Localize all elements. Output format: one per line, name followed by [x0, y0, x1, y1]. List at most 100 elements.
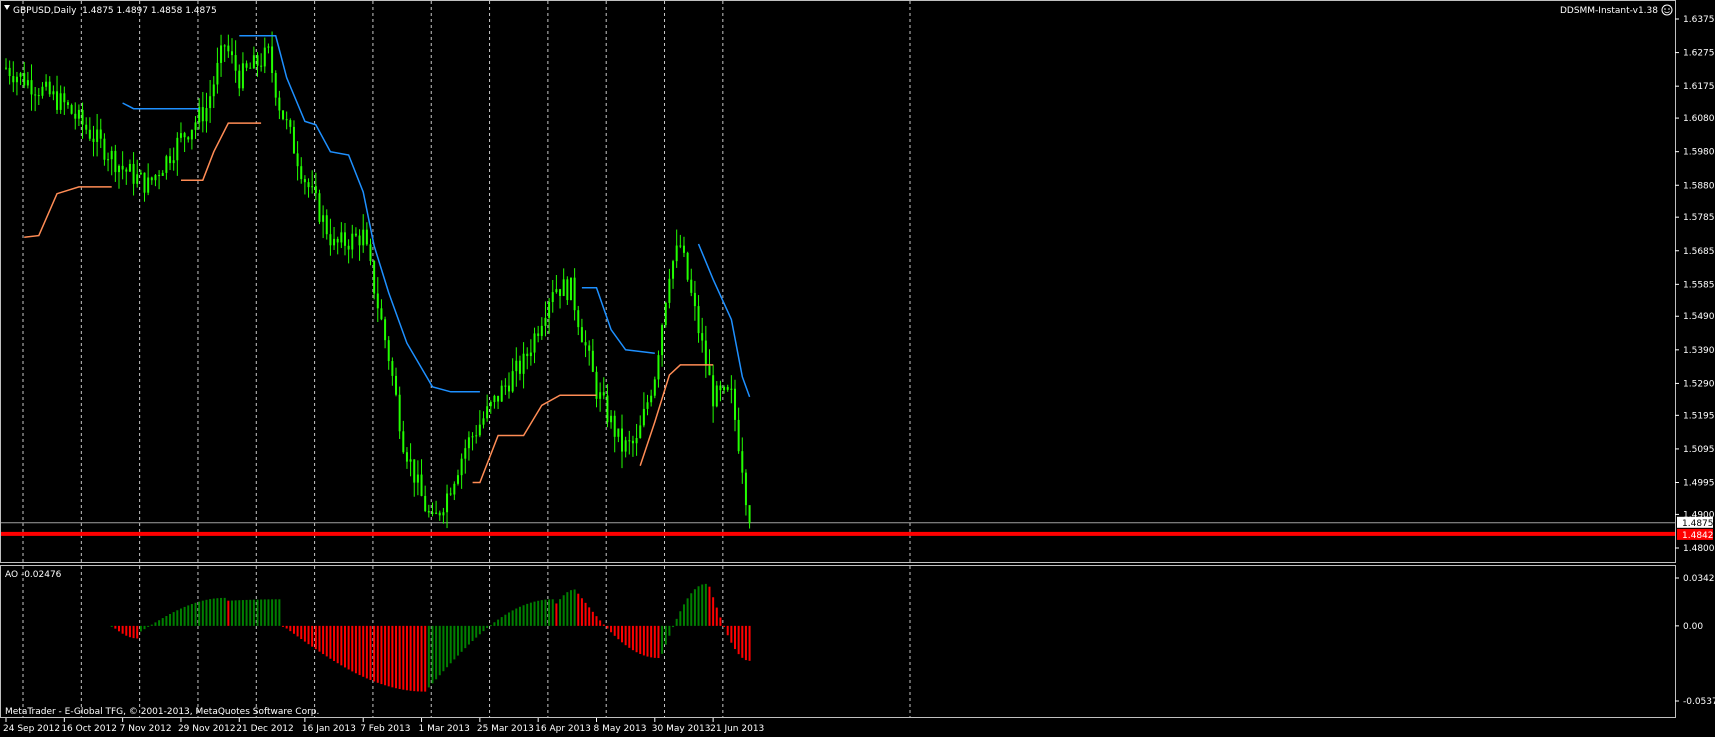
candle-body	[737, 419, 740, 452]
ao-bar	[697, 586, 700, 626]
candle-body	[63, 93, 66, 103]
ao-bar	[117, 625, 120, 632]
ao-bar	[201, 600, 204, 626]
ao-bar	[413, 625, 416, 692]
price-tick-label: 1.5490	[1683, 312, 1715, 322]
candle-body	[147, 177, 150, 193]
current-price-label: 1.4875	[1682, 519, 1714, 529]
candle-body	[693, 292, 696, 307]
ao-bar	[646, 625, 649, 657]
ao-bar	[322, 625, 325, 655]
ao-bar	[478, 625, 481, 635]
ao-bar	[424, 625, 427, 692]
time-tick-label: 25 Mar 2013	[477, 724, 534, 734]
ao-bar	[606, 625, 609, 629]
ao-bar	[376, 625, 379, 683]
candle-body	[230, 51, 233, 56]
ao-bar	[431, 625, 434, 684]
ao-bar	[365, 625, 368, 679]
ao-bar	[358, 625, 361, 676]
ao-bar	[668, 625, 671, 636]
mt4-chart-window[interactable]: GBPUSD,Daily 1.4875 1.4897 1.4858 1.4875…	[0, 0, 1715, 737]
candle-body	[183, 133, 186, 138]
ao-bar	[559, 599, 562, 626]
candle-body	[646, 402, 649, 409]
ao-bar	[591, 611, 594, 626]
candle-body	[274, 73, 277, 98]
ao-bar	[748, 625, 751, 661]
ao-bar	[292, 625, 295, 634]
ao-bar	[205, 599, 208, 626]
candle-body	[307, 182, 310, 188]
candle-body	[26, 80, 29, 86]
ao-bar	[635, 625, 638, 653]
ao-bar	[489, 625, 492, 627]
ao-bar	[234, 600, 237, 626]
candle-body	[668, 278, 671, 303]
candle-body	[190, 129, 193, 140]
candle-body	[99, 129, 102, 139]
ao-bar	[351, 625, 354, 672]
candle-body	[369, 244, 372, 262]
ao-bar	[624, 625, 627, 646]
candle-body	[12, 76, 15, 83]
candle-body	[621, 428, 624, 452]
price-tick-label: 1.5585	[1683, 280, 1715, 290]
candle-body	[486, 406, 489, 419]
candle-body	[263, 47, 266, 67]
ao-bar	[573, 589, 576, 626]
candle-body	[289, 120, 292, 127]
candle-body	[158, 175, 161, 177]
candle-body	[672, 261, 675, 279]
ao-bar	[380, 625, 383, 685]
candle-body	[504, 385, 507, 387]
candle-body	[41, 86, 44, 96]
ao-bar	[464, 625, 467, 649]
candle-body	[489, 401, 492, 407]
candle-body	[580, 327, 583, 343]
candle-body	[697, 306, 700, 334]
candle-body	[260, 65, 263, 67]
ao-bar	[613, 625, 616, 636]
ao-bar	[183, 606, 186, 626]
ao-bar	[278, 599, 281, 626]
candle-body	[110, 150, 113, 160]
candle-body	[318, 193, 321, 222]
time-tick-label: 16 Oct 2012	[61, 724, 117, 734]
candle-body	[730, 388, 733, 390]
candle-body	[154, 175, 157, 181]
candle-body	[664, 302, 667, 326]
candle-body	[675, 245, 678, 262]
candle-body	[227, 45, 230, 52]
ao-bar	[238, 600, 241, 626]
ao-bar	[300, 625, 303, 640]
ao-bar	[169, 614, 172, 626]
time-tick-label: 30 May 2013	[652, 724, 711, 734]
ao-bar	[446, 625, 449, 668]
price-tick-label: 1.5980	[1683, 148, 1715, 158]
ao-bar	[537, 600, 540, 626]
price-tick-label: 1.5685	[1683, 247, 1715, 257]
candle-body	[271, 46, 274, 74]
ao-bar	[402, 625, 405, 690]
candle-body	[88, 129, 91, 139]
candle-body	[8, 67, 11, 77]
candle-body	[136, 174, 139, 184]
ao-bar	[362, 625, 365, 677]
ao-bar	[456, 625, 459, 656]
ao-bar	[427, 625, 430, 688]
ao-bar	[263, 599, 266, 626]
time-tick-label: 16 Jan 2013	[302, 724, 356, 734]
candle-body	[526, 353, 529, 357]
candle-body	[292, 126, 295, 154]
candle-body	[613, 415, 616, 437]
candle-body	[347, 245, 350, 250]
candle-body	[650, 395, 653, 403]
candle-body	[610, 415, 613, 423]
candle-body	[282, 110, 285, 120]
ao-label: AO -0.02476	[5, 570, 62, 580]
ao-bar	[311, 625, 314, 647]
ao-bar	[682, 604, 685, 626]
candle-body	[5, 67, 7, 69]
ao-bar	[387, 625, 390, 687]
